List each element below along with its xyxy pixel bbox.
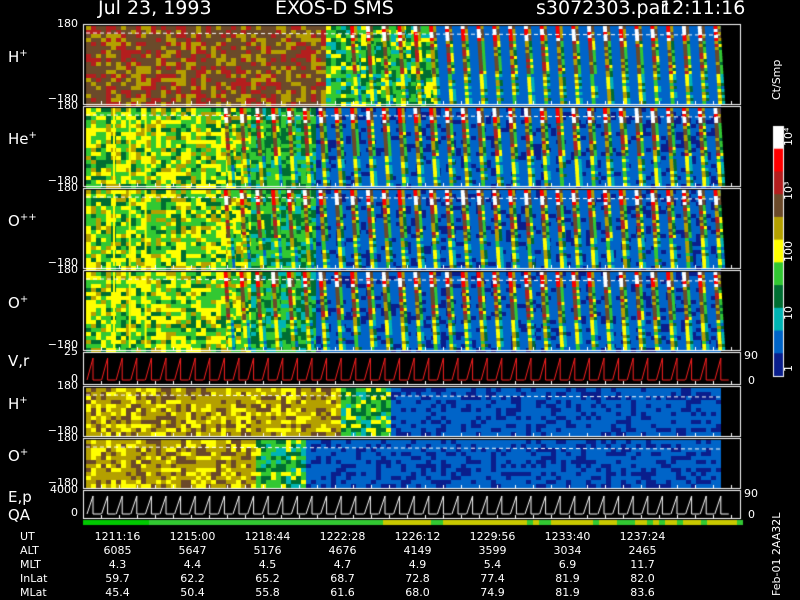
ephemeris-value: 68.0 bbox=[405, 586, 430, 599]
plot-date: Jul 23, 1993 bbox=[98, 0, 212, 19]
ephemeris-value: 59.7 bbox=[105, 572, 130, 585]
ephemeris-value: 4.5 bbox=[258, 558, 277, 571]
r-tick-bottom-energy: 0 bbox=[748, 508, 755, 521]
plot-instrument: EXOS-D SMS bbox=[275, 0, 394, 19]
y-tick-top-he-plus-pitch: 180 bbox=[57, 99, 78, 112]
ephemeris-value: 4149 bbox=[403, 544, 432, 557]
ephemeris-row-name: UT bbox=[20, 530, 35, 543]
ephemeris-value: 55.8 bbox=[255, 586, 280, 599]
ephemeris-value: 74.9 bbox=[480, 586, 505, 599]
ephemeris-row: MLat 45.4 50.4 55.8 61.6 68.0 74.9 81.9 83.6 bbox=[20, 586, 680, 600]
ephemeris-value: 68.7 bbox=[330, 572, 355, 585]
panel-label-he-plus-pitch: He+ bbox=[8, 130, 37, 148]
r-tick-top-energy: 90 bbox=[744, 487, 758, 500]
panel-label-o-plus-pitch: O+ bbox=[8, 294, 29, 312]
colorbar-label: 100 bbox=[782, 241, 795, 262]
ephemeris-row: MLT 4.3 4.4 4.5 4.7 4.9 5.4 6.9 11.7 bbox=[20, 558, 680, 572]
ephemeris-value: 1215:00 bbox=[169, 530, 216, 543]
plot-time: 12:11:16 bbox=[660, 0, 746, 19]
colorbar-label: 10⁴ bbox=[782, 127, 795, 146]
ephemeris-value: 6.9 bbox=[558, 558, 577, 571]
ephemeris-value: 6085 bbox=[103, 544, 132, 557]
ephemeris-row-name: ALT bbox=[20, 544, 39, 557]
panel-label-h-plus-angle: H+ bbox=[8, 395, 28, 413]
ephemeris-value: 1237:24 bbox=[619, 530, 666, 543]
ephemeris-value: 11.7 bbox=[630, 558, 655, 571]
ephemeris-value: 3599 bbox=[478, 544, 507, 557]
ephemeris-value: 62.2 bbox=[180, 572, 205, 585]
ephemeris-value: 4676 bbox=[328, 544, 357, 557]
panel-label-energy: E,p QA bbox=[8, 488, 32, 524]
ephemeris-value: 3034 bbox=[553, 544, 582, 557]
ephemeris-value: 1229:56 bbox=[469, 530, 516, 543]
ephemeris-value: 2465 bbox=[628, 544, 657, 557]
ephemeris-value: 1222:28 bbox=[319, 530, 366, 543]
plot-file: s3072303.par bbox=[536, 0, 669, 19]
ephemeris-value: 50.4 bbox=[180, 586, 205, 599]
ephemeris-value: 45.4 bbox=[105, 586, 130, 599]
r-tick-bottom-velocity: 0 bbox=[748, 374, 755, 387]
y-tick-top-energy: 4000 bbox=[50, 483, 78, 496]
y-tick-top-h-plus-pitch: 180 bbox=[57, 17, 78, 30]
ephemeris-value: 4.9 bbox=[408, 558, 427, 571]
colorbar-label: 1 bbox=[782, 365, 795, 372]
ephemeris-value: 5.4 bbox=[483, 558, 502, 571]
colorbar-label: 10³ bbox=[782, 181, 795, 200]
ephemeris-value: 1233:40 bbox=[544, 530, 591, 543]
spectrogram-canvas bbox=[0, 0, 800, 600]
ephemeris-value: 1226:12 bbox=[394, 530, 441, 543]
y-tick-top-h-plus-angle: 180 bbox=[57, 379, 78, 392]
colorbar-units: Ct/Smp bbox=[770, 59, 783, 100]
colorbar-label: 10 bbox=[782, 306, 795, 320]
y-tick-top-o-plus-angle: 180 bbox=[57, 431, 78, 444]
ephemeris-value: 4.3 bbox=[108, 558, 127, 571]
ephemeris-value: 81.9 bbox=[555, 572, 580, 585]
ephemeris-value: 83.6 bbox=[630, 586, 655, 599]
panel-label-velocity: V,r bbox=[8, 352, 30, 370]
y-tick-bottom-energy: 0 bbox=[71, 506, 78, 519]
ephemeris-row-name: MLT bbox=[20, 558, 41, 571]
ephemeris-value: 4.4 bbox=[183, 558, 202, 571]
ephemeris-value: 65.2 bbox=[255, 572, 280, 585]
r-tick-top-velocity: 90 bbox=[744, 349, 758, 362]
ephemeris-value: 77.4 bbox=[480, 572, 505, 585]
footer-note: Feb-01 2AA32L bbox=[770, 512, 783, 596]
ephemeris-value: 4.7 bbox=[333, 558, 352, 571]
panel-label-h-plus-pitch: H+ bbox=[8, 48, 28, 66]
y-tick-top-o-plus-pitch: 180 bbox=[57, 263, 78, 276]
ephemeris-row: ALT 6085 5647 5176 4676 4149 3599 3034 2465 bbox=[20, 544, 680, 558]
ephemeris-row: UT 1211:16 1215:00 1218:44 1222:28 1226:12 122… bbox=[20, 530, 680, 544]
ephemeris-value: 82.0 bbox=[630, 572, 655, 585]
ephemeris-value: 1211:16 bbox=[94, 530, 141, 543]
panel-label-o-plus-angle: O+ bbox=[8, 447, 29, 465]
ephemeris-value: 81.9 bbox=[555, 586, 580, 599]
ephemeris-value: 61.6 bbox=[330, 586, 355, 599]
ephemeris-row-name: MLat bbox=[20, 586, 47, 599]
ephemeris-value: 72.8 bbox=[405, 572, 430, 585]
ephemeris-value: 1218:44 bbox=[244, 530, 291, 543]
ephemeris-table: UT 1211:16 1215:00 1218:44 1222:28 1226:12 122… bbox=[20, 530, 680, 600]
ephemeris-row-name: InLat bbox=[20, 572, 48, 585]
panel-label-o-plus-plus-pitch: O++ bbox=[8, 212, 37, 230]
y-tick-top-o-plus-plus-pitch: 180 bbox=[57, 181, 78, 194]
y-tick-top-velocity: 25 bbox=[64, 345, 78, 358]
ephemeris-value: 5176 bbox=[253, 544, 282, 557]
ephemeris-value: 5647 bbox=[178, 544, 207, 557]
ephemeris-row: InLat 59.7 62.2 65.2 68.7 72.8 77.4 81.9 82.0 bbox=[20, 572, 680, 586]
